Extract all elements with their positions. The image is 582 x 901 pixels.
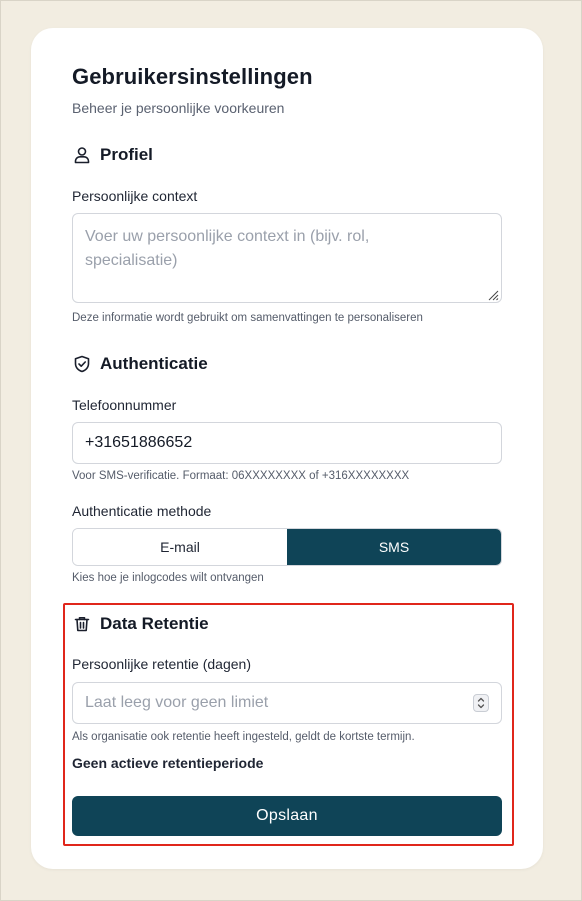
profile-section-header: Profiel — [72, 145, 153, 165]
user-icon — [72, 145, 92, 165]
page-title: Gebruikersinstellingen — [72, 64, 313, 89]
phone-label: Telefoonnummer — [72, 397, 177, 413]
phone-value: +31651886652 — [85, 434, 193, 451]
auth-method-toggle: E-mail SMS — [72, 528, 502, 566]
authentication-heading: Authenticatie — [100, 354, 208, 373]
page-subtitle: Beheer je persoonlijke voorkeuren — [72, 100, 285, 116]
context-textarea[interactable]: Voer uw persoonlijke context in (bijv. r… — [72, 213, 502, 303]
phone-hint: Voor SMS-verificatie. Formaat: 06XXXXXXX… — [72, 470, 410, 482]
context-placeholder: Voer uw persoonlijke context in (bijv. r… — [85, 228, 370, 269]
authentication-section-header: Authenticatie — [72, 354, 208, 374]
highlight-box — [63, 603, 514, 846]
shield-check-icon — [72, 354, 92, 374]
context-hint: Deze informatie wordt gebruikt om samenv… — [72, 312, 423, 324]
context-label: Persoonlijke context — [72, 188, 198, 204]
method-label: Authenticatie methode — [72, 503, 212, 519]
method-hint: Kies hoe je inlogcodes wilt ontvangen — [72, 572, 264, 584]
phone-input[interactable]: +31651886652 — [72, 422, 502, 464]
profile-heading: Profiel — [100, 145, 153, 164]
resize-handle-icon[interactable] — [487, 288, 499, 301]
method-option-sms[interactable]: SMS — [287, 529, 501, 565]
method-option-email[interactable]: E-mail — [73, 529, 287, 565]
